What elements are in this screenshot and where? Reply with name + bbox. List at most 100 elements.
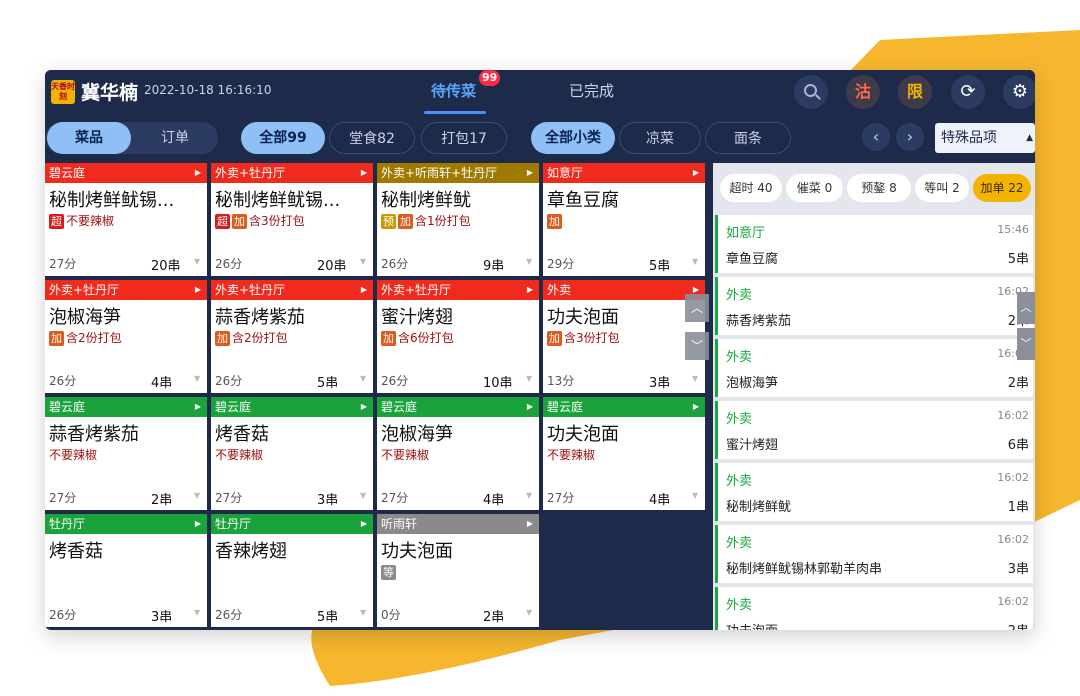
order-source: 外卖	[726, 288, 753, 303]
dish-name: 烤香菇	[49, 541, 103, 562]
dish-card-source: 外卖+牡丹厅 ▶	[211, 280, 373, 300]
dish-card[interactable]: 碧云庭 ▶ 功夫泡面 不要辣椒 27分 4串 ▼	[543, 397, 705, 510]
order-item[interactable]: 外卖 16:02 泡椒海笋 2串	[715, 339, 1033, 397]
chevron-down-icon[interactable]: ▼	[526, 491, 532, 500]
chevron-down-icon[interactable]: ▼	[360, 374, 366, 383]
chevron-down-icon[interactable]: ▼	[692, 491, 698, 500]
next-category-button[interactable]: ›	[896, 123, 924, 151]
order-item[interactable]: 外卖 16:02 蜜汁烤翅 6串	[715, 401, 1033, 459]
status-filter-chip[interactable]: 预鏊 8	[847, 174, 911, 202]
dish-tags: 不要辣椒	[381, 448, 429, 464]
order-item[interactable]: 外卖 16:02 秘制烤鲜鱿锡林郭勒羊肉串 3串	[715, 525, 1033, 583]
sold-out-button[interactable]: 沽	[846, 75, 880, 109]
prev-category-button[interactable]: ‹	[862, 123, 890, 151]
order-item[interactable]: 外卖 16:02 秘制烤鲜鱿 1串	[715, 463, 1033, 521]
dish-card[interactable]: 外卖+牡丹厅 ▶ 蒜香烤紫茄加含2份打包 26分 5串 ▼	[211, 280, 373, 393]
order-source: 外卖	[726, 474, 753, 489]
chevron-down-icon[interactable]: ▼	[194, 608, 200, 617]
filter-all[interactable]: 全部99	[241, 122, 325, 154]
dish-note: 含6份打包	[398, 331, 454, 345]
panel-scroll-down-button[interactable]: ﹀	[1017, 328, 1035, 360]
dish-tag-badge: 加	[49, 331, 64, 346]
chevron-down-icon[interactable]: ▼	[692, 374, 698, 383]
category-select[interactable]: 特殊品项 ▲	[935, 123, 1035, 153]
dish-card[interactable]: 牡丹厅 ▶ 烤香菇 26分 3串 ▼	[45, 514, 207, 627]
chevron-down-icon[interactable]: ▼	[526, 257, 532, 266]
source-label: 牡丹厅	[215, 517, 252, 531]
dish-card-source: 听雨轩 ▶	[377, 514, 539, 534]
panel-scroll-up-button[interactable]: ︿	[1017, 292, 1035, 324]
refresh-button[interactable]: ⟳	[951, 75, 985, 109]
filter-takeout[interactable]: 打包17	[421, 122, 507, 154]
tab-pending[interactable]: 待传菜	[431, 80, 476, 101]
dish-name: 蜜汁烤翅	[381, 307, 453, 328]
order-item[interactable]: 如意厅 15:46 章鱼豆腐 5串	[715, 215, 1033, 273]
dish-name: 香辣烤翅	[215, 541, 287, 562]
chevron-down-icon[interactable]: ▼	[360, 608, 366, 617]
order-detail-panel: 超时 40 催菜 0 预鏊 8 等叫 2 加单 22 如意厅 15:46 章鱼豆腐 5串 外卖 1…	[713, 163, 1035, 630]
limit-button[interactable]: 限	[898, 75, 932, 109]
source-label: 碧云庭	[49, 166, 86, 180]
dish-card[interactable]: 外卖+听雨轩+牡丹厅 ▶ 秘制烤鲜鱿预加含1份打包 26分 9串 ▼	[377, 163, 539, 276]
dish-note: 含2份打包	[232, 331, 288, 345]
order-time: 16:02	[997, 471, 1029, 484]
dish-name: 章鱼豆腐	[547, 190, 619, 211]
dish-tag-badge: 加	[381, 331, 396, 346]
dish-card[interactable]: 听雨轩 ▶ 功夫泡面等 0分 2串 ▼	[377, 514, 539, 627]
caret-right-icon: ▶	[360, 519, 367, 528]
dish-quantity: 5串	[317, 610, 339, 625]
source-label: 听雨轩	[381, 517, 418, 531]
dish-card-footer: 26分 4串 ▼	[45, 372, 207, 392]
chevron-down-icon[interactable]: ▼	[526, 374, 532, 383]
dish-card[interactable]: 外卖+牡丹厅 ▶ 秘制烤鲜鱿锡... 超加含3份打包 26分 20串 ▼	[211, 163, 373, 276]
filter-cold-dish[interactable]: 凉菜	[619, 122, 701, 154]
settings-button[interactable]: ⚙	[1003, 75, 1035, 109]
status-filter-chip[interactable]: 催菜 0	[786, 174, 843, 202]
chevron-down-icon[interactable]: ▼	[194, 374, 200, 383]
order-item[interactable]: 外卖16:02蒜香烤紫茄2串	[715, 277, 1033, 335]
chevron-down-icon[interactable]: ▼	[360, 491, 366, 500]
dish-tags: 加含6份打包	[381, 331, 454, 347]
dish-card[interactable]: 碧云庭 ▶ 秘制烤鲜鱿锡... 超不要辣椒 27分 20串 ▼	[45, 163, 207, 276]
grid-scroll-down-button[interactable]: ﹀	[685, 332, 709, 360]
filter-all-subcategory[interactable]: 全部小类	[531, 122, 615, 154]
dish-tag-badge: 加	[398, 214, 413, 229]
dish-card[interactable]: 外卖+牡丹厅 ▶ 蜜汁烤翅加含6份打包 26分 10串 ▼	[377, 280, 539, 393]
current-datetime: 2022-10-18 16:16:10	[144, 83, 272, 97]
view-order-button[interactable]: 订单	[133, 122, 217, 154]
dish-tag-badge: 加	[232, 214, 247, 229]
order-item[interactable]: 外卖 16:02 功夫泡面 2串	[715, 587, 1033, 630]
dish-tag-badge: 超	[49, 214, 64, 229]
filter-dine-in[interactable]: 堂食82	[329, 122, 415, 154]
dish-card[interactable]: 外卖+牡丹厅 ▶ 泡椒海笋加含2份打包 26分 4串 ▼	[45, 280, 207, 393]
view-toggle: 菜品 订单	[45, 122, 218, 154]
dish-card[interactable]: 碧云庭 ▶ 蒜香烤紫茄 不要辣椒 27分 2串 ▼	[45, 397, 207, 510]
dish-tags: 超不要辣椒	[49, 214, 114, 230]
chevron-down-icon[interactable]: ▼	[194, 257, 200, 266]
tab-completed[interactable]: 已完成	[569, 80, 614, 101]
dish-card[interactable]: 如意厅 ▶ 章鱼豆腐加 29分 5串 ▼	[543, 163, 705, 276]
dish-card[interactable]: 外卖 ▶ 功夫泡面加含3份打包 13分 3串 ▼	[543, 280, 705, 393]
dish-card[interactable]: 碧云庭 ▶ 烤香菇 不要辣椒 27分 3串 ▼	[211, 397, 373, 510]
chevron-down-icon[interactable]: ▼	[692, 257, 698, 266]
dish-quantity: 3串	[317, 493, 339, 508]
search-button[interactable]	[794, 75, 828, 109]
status-filter-chip[interactable]: 等叫 2	[915, 174, 969, 202]
grid-scroll-up-button[interactable]: ︿	[685, 294, 709, 322]
status-filter-chip[interactable]: 超时 40	[720, 174, 782, 202]
chevron-up-icon: ︿	[690, 301, 703, 315]
dish-card[interactable]: 碧云庭 ▶ 泡椒海笋 不要辣椒 27分 4串 ▼	[377, 397, 539, 510]
source-label: 如意厅	[547, 166, 584, 180]
chevron-down-icon[interactable]: ▼	[360, 257, 366, 266]
dish-card[interactable]: 牡丹厅 ▶ 香辣烤翅 26分 5串 ▼	[211, 514, 373, 627]
chevron-down-icon[interactable]: ▼	[194, 491, 200, 500]
order-source: 外卖	[726, 412, 753, 427]
order-time: 16:02	[997, 595, 1029, 608]
filter-noodles[interactable]: 面条	[705, 122, 791, 154]
refresh-icon: ⟳	[960, 81, 976, 102]
view-dish-button[interactable]: 菜品	[47, 122, 131, 154]
dish-name: 功夫泡面	[381, 541, 453, 562]
chevron-down-icon[interactable]: ▼	[526, 608, 532, 617]
status-filter-chip[interactable]: 加单 22	[973, 174, 1031, 202]
dish-tags: 超加含3份打包	[215, 214, 305, 230]
